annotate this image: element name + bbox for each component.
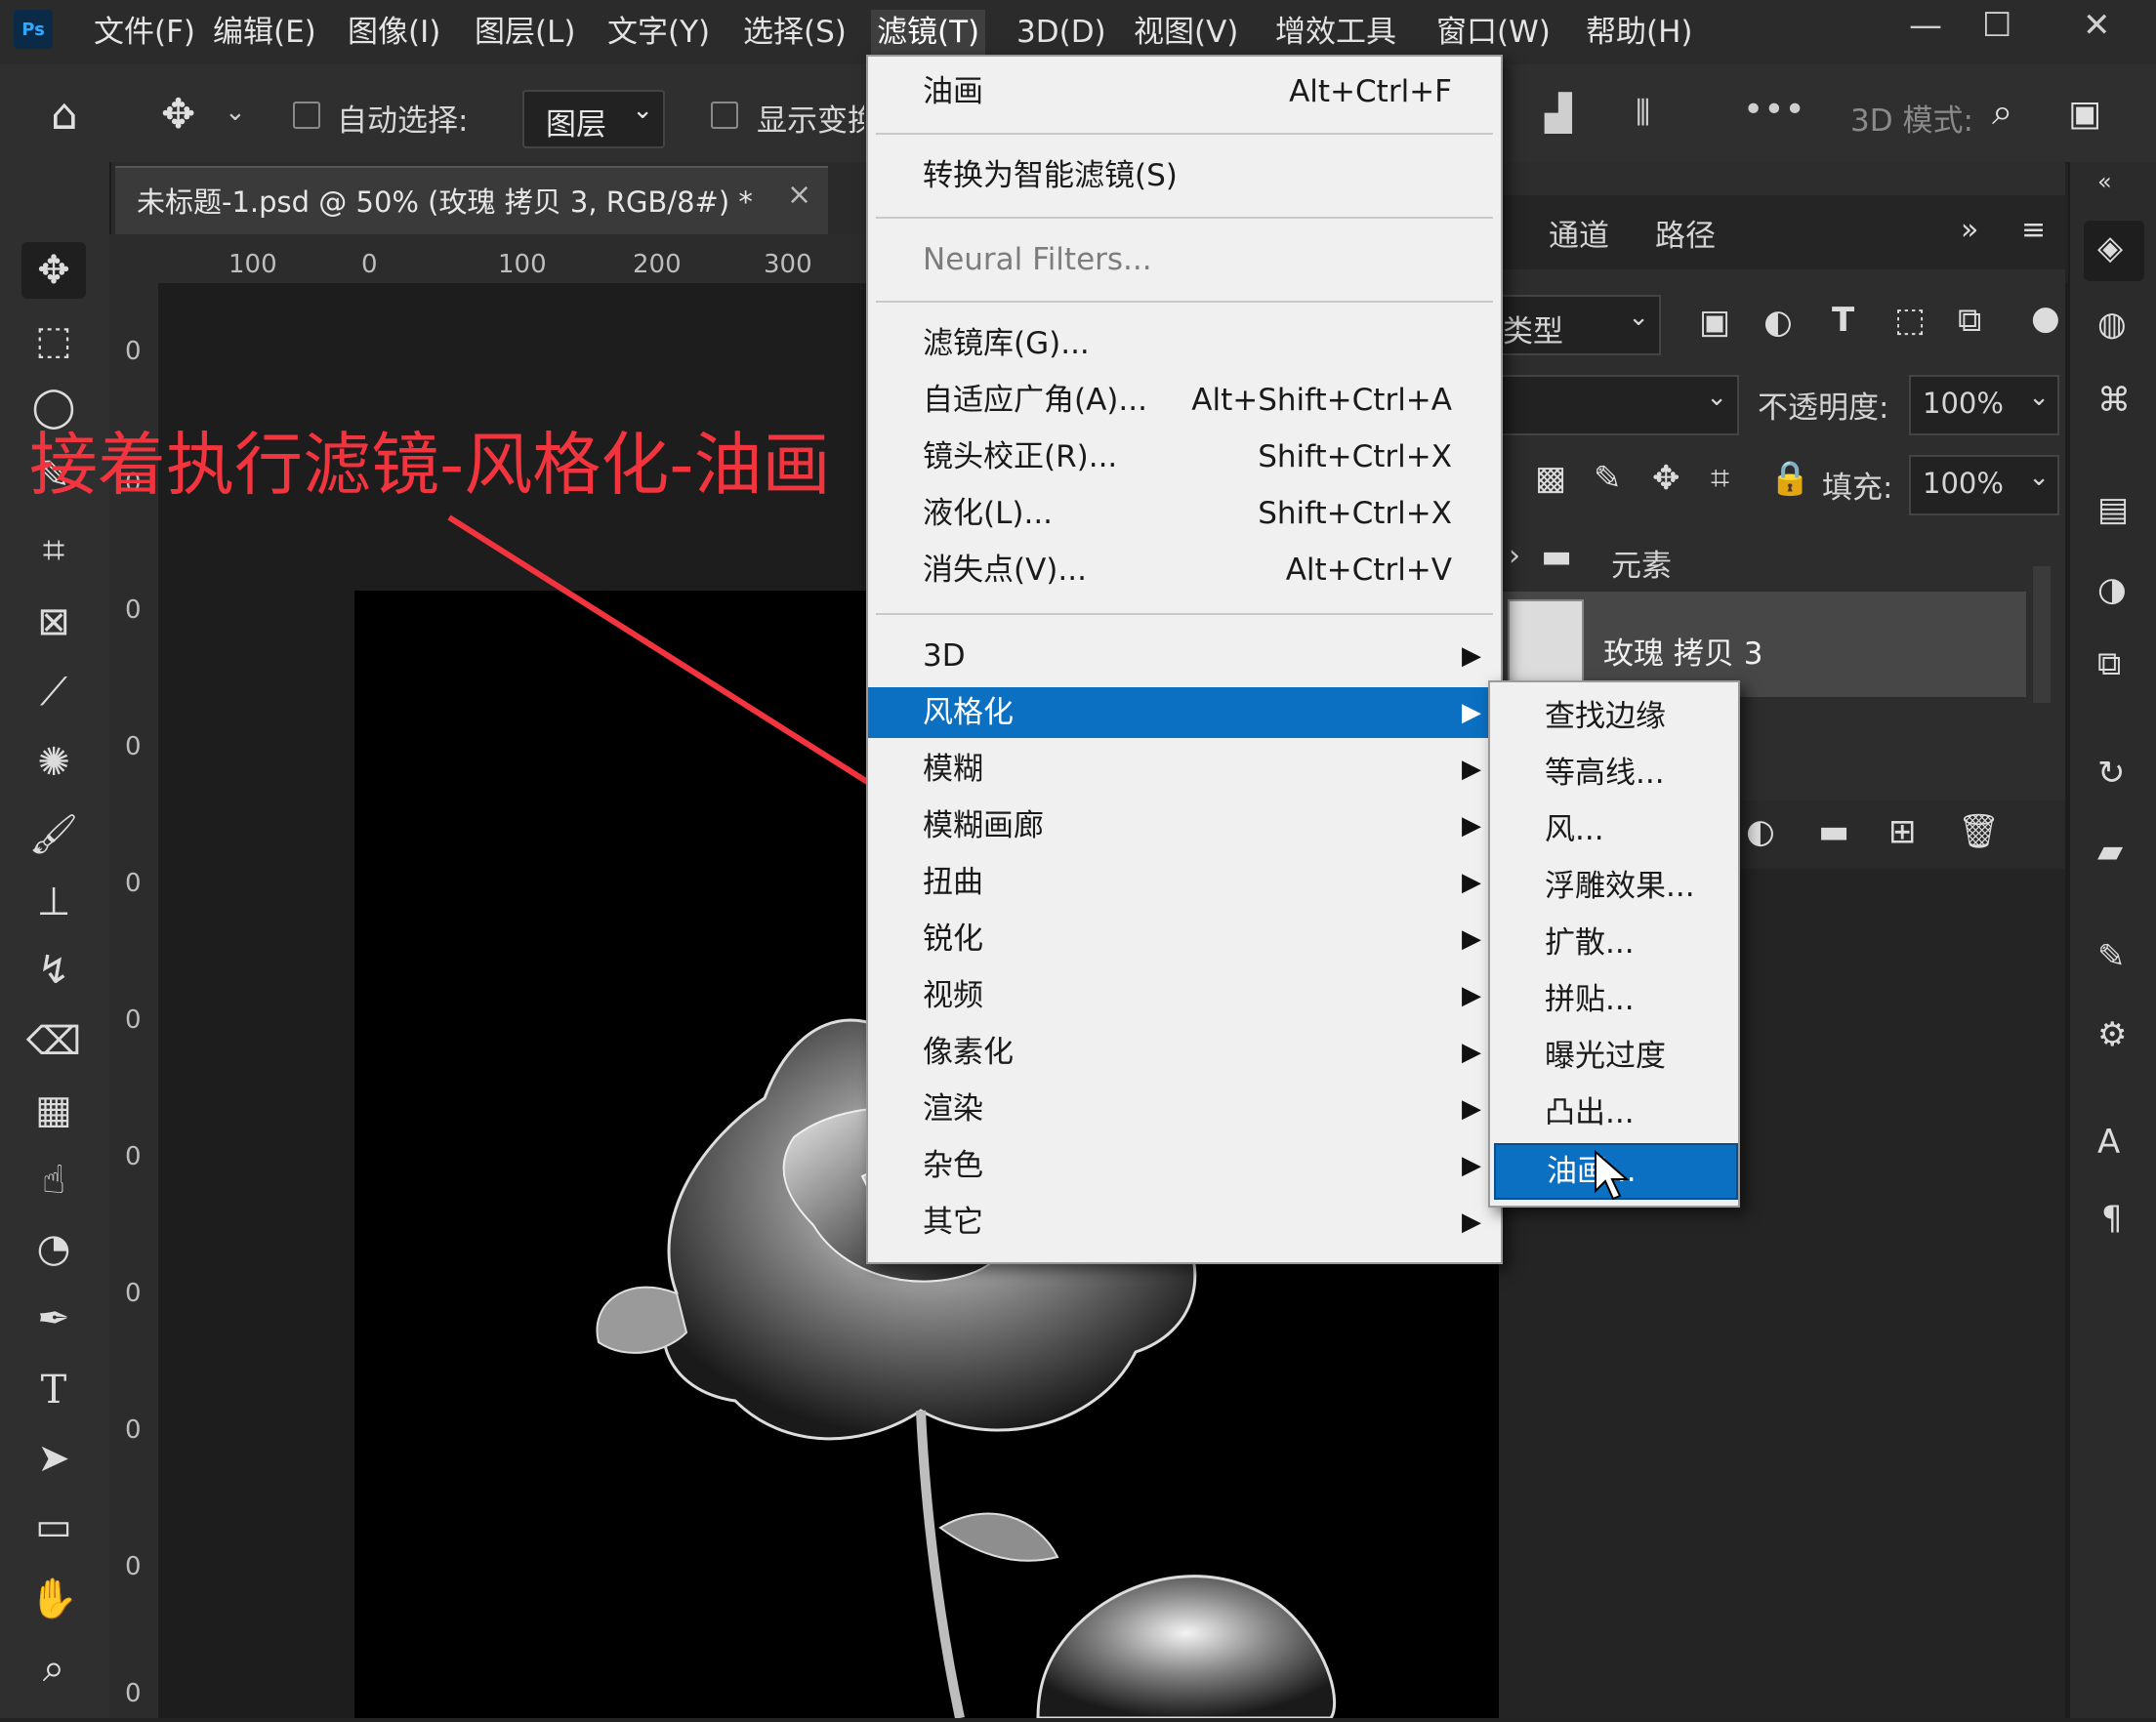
menu-item-adaptive-wide-angle[interactable]: 自适应广角(A)... Alt+Shift+Ctrl+A [868,375,1501,426]
menu-item-other[interactable]: 其它 ▶ [868,1197,1501,1248]
menu-item-liquify[interactable]: 液化(L)... Shift+Ctrl+X [868,488,1501,539]
submenu-item-solarize[interactable]: 曝光过度 [1494,1030,1734,1083]
mouse-cursor-icon [1595,1150,1630,1201]
submenu-item-emboss[interactable]: 浮雕效果... [1494,860,1734,913]
menu-separator [876,217,1493,219]
submenu-item-diffuse[interactable]: 扩散... [1494,917,1734,969]
menu-item-filter-gallery[interactable]: 滤镜库(G)... [868,318,1501,369]
menu-separator [876,301,1493,303]
menu-separator [876,613,1493,615]
submenu-item-trace-contour[interactable]: 等高线... [1494,747,1734,800]
stylize-submenu: 查找边缘 等高线... 风... 浮雕效果... 扩散... 拼贴... 曝光过… [1488,680,1740,1208]
menu-item-video[interactable]: 视频 ▶ [868,970,1501,1021]
menu-separator [876,133,1493,135]
menu-item-noise[interactable]: 杂色 ▶ [868,1140,1501,1191]
menu-item-distort[interactable]: 扭曲 ▶ [868,857,1501,908]
menu-item-lens-correction[interactable]: 镜头校正(R)... Shift+Ctrl+X [868,431,1501,482]
menu-item-pixelate[interactable]: 像素化 ▶ [868,1027,1501,1078]
menu-item-stylize[interactable]: 风格化 ▶ [868,687,1501,738]
menu-item-blur[interactable]: 模糊 ▶ [868,744,1501,795]
menu-item-blur-gallery[interactable]: 模糊画廊 ▶ [868,800,1501,851]
menu-item-3d[interactable]: 3D ▶ [868,631,1501,681]
filter-dropdown-menu: 油画 Alt+Ctrl+F 转换为智能滤镜(S) Neural Filters.… [866,55,1503,1264]
annotation-text: 接着执行滤镜-风格化-油画 [29,425,831,505]
menu-item-convert-smart-filter[interactable]: 转换为智能滤镜(S) [868,150,1501,201]
submenu-item-wind[interactable]: 风... [1494,803,1734,856]
menu-item-vanishing-point[interactable]: 消失点(V)... Alt+Ctrl+V [868,545,1501,595]
menu-item-render[interactable]: 渲染 ▶ [868,1084,1501,1134]
menu-item-sharpen[interactable]: 锐化 ▶ [868,914,1501,964]
submenu-item-tiles[interactable]: 拼贴... [1494,973,1734,1026]
menu-item-neural-filters[interactable]: Neural Filters... [868,234,1501,285]
menu-item-last-filter[interactable]: 油画 Alt+Ctrl+F [868,66,1501,117]
submenu-item-find-edges[interactable]: 查找边缘 [1494,690,1734,743]
submenu-item-extrude[interactable]: 凸出... [1494,1086,1734,1139]
